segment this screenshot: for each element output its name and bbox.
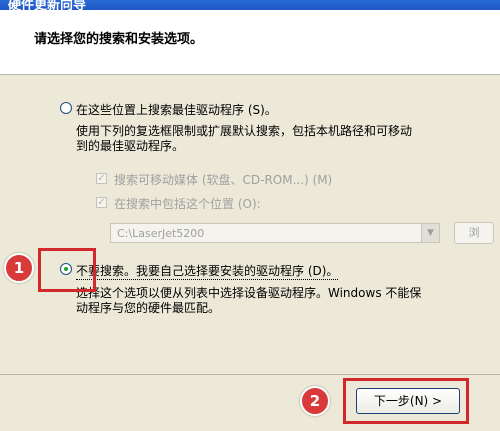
no-search-option-label[interactable]: 不要搜索。我要自己选择要安装的驱动程序 (D)。 xyxy=(76,262,339,280)
nosearch-desc-line1: 选择这个选项以便从列表中选择设备驱动程序。Windows 不能保 xyxy=(76,286,422,300)
browse-button[interactable]: 浏 xyxy=(454,222,494,244)
search-desc-line2: 到的最佳驱动程序。 xyxy=(76,139,185,153)
search-desc-line1: 使用下列的复选框限制或扩展默认搜索，包括本机路径和可移动 xyxy=(76,124,413,138)
include-location-label: 在搜索中包括这个位置 (O): xyxy=(114,197,261,211)
footer-divider xyxy=(0,374,500,375)
title-bar: 硬件更新向导 xyxy=(0,0,500,10)
removable-media-checkbox[interactable]: ✓ xyxy=(96,173,107,184)
instruction-text: 请选择您的搜索和安装选项。 xyxy=(34,32,204,47)
search-option-label[interactable]: 在这些位置上搜索最佳驱动程序 (S)。 xyxy=(76,101,277,118)
no-search-option-description: 选择这个选项以便从列表中选择设备驱动程序。Windows 不能保 动程序与您的硬… xyxy=(76,286,421,316)
nosearch-desc-line2: 动程序与您的硬件最匹配。 xyxy=(76,301,221,315)
window-title: 硬件更新向导 xyxy=(8,0,87,10)
include-location-checkbox[interactable]: ✓ xyxy=(96,197,107,208)
search-option-radio[interactable] xyxy=(60,102,72,114)
step-badge-1: 1 xyxy=(4,253,34,283)
location-path-value: C:\LaserJet5200 xyxy=(117,227,205,240)
highlight-box-next xyxy=(343,378,469,424)
removable-media-label: 搜索可移动媒体 (软盘、CD-ROM...) (M) xyxy=(114,173,333,187)
wizard-content: 在这些位置上搜索最佳驱动程序 (S)。 使用下列的复选框限制或扩展默认搜索，包括… xyxy=(0,75,500,431)
chevron-down-icon[interactable]: ▼ xyxy=(421,224,439,242)
step-badge-2: 2 xyxy=(300,386,330,416)
highlight-box-radio xyxy=(38,248,96,292)
search-option-description: 使用下列的复选框限制或扩展默认搜索，包括本机路径和可移动 到的最佳驱动程序。 xyxy=(76,124,412,154)
wizard-header: 请选择您的搜索和安装选项。 xyxy=(0,10,500,75)
location-combobox[interactable]: C:\LaserJet5200 ▼ xyxy=(110,223,440,243)
